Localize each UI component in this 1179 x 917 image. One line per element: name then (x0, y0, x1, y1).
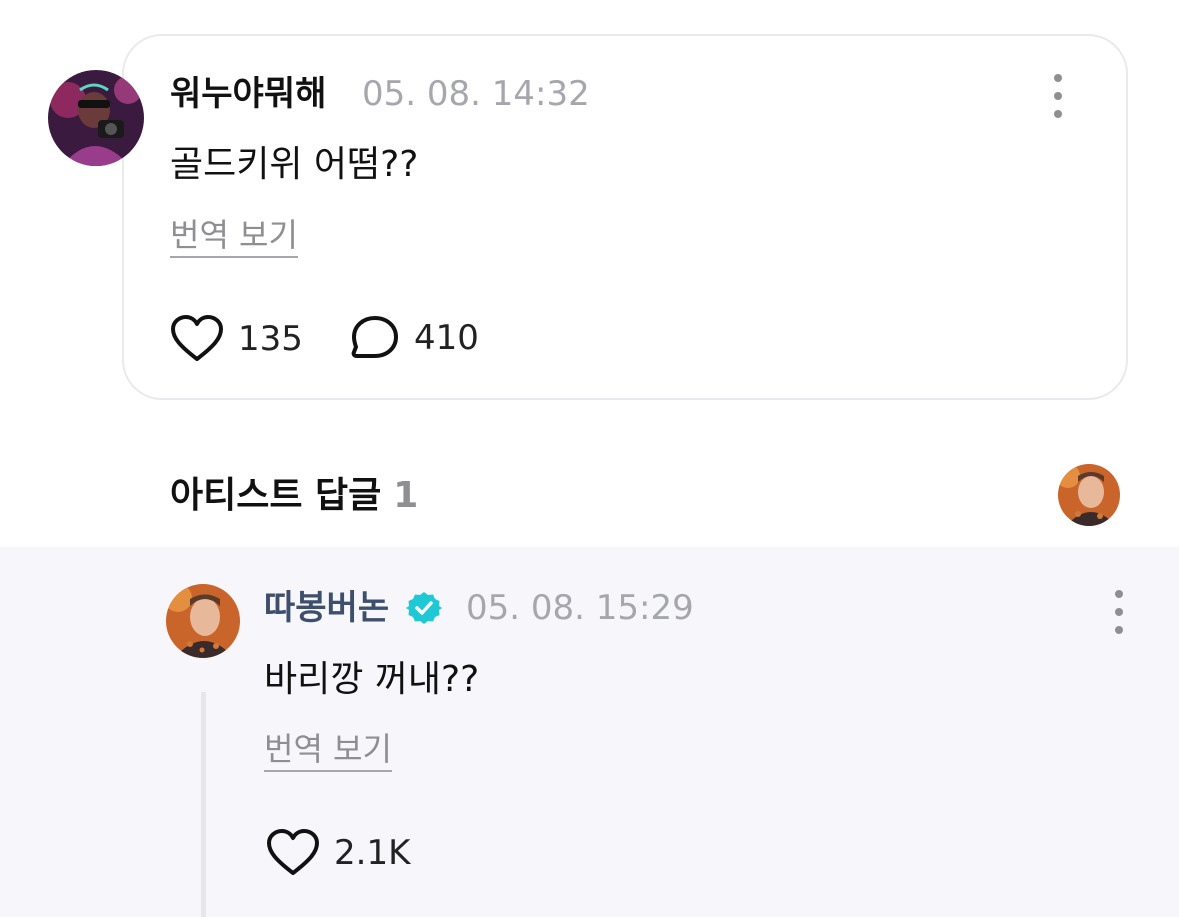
heart-icon (171, 315, 223, 361)
reply-author-name[interactable]: 따봉버논 (264, 588, 389, 628)
reply-more-icon[interactable] (1104, 590, 1134, 634)
reply-author-avatar[interactable] (166, 584, 240, 658)
artist-replies-count: 1 (393, 475, 419, 516)
reply-translate-link[interactable]: 번역 보기 (264, 730, 392, 772)
post-text: 골드키위 어떰?? (170, 144, 419, 185)
post-like-count: 135 (238, 319, 303, 359)
reply-timestamp: 05. 08. 15:29 (466, 588, 694, 628)
post-timestamp: 05. 08. 14:32 (362, 74, 590, 114)
speech-bubble-icon (351, 316, 398, 358)
post-translate-link[interactable]: 번역 보기 (170, 216, 298, 258)
thread-line (201, 692, 206, 917)
reply-like-button[interactable]: 2.1K (266, 828, 410, 878)
artist-replies-header: 아티스트 답글 1 (170, 474, 418, 518)
heart-icon (267, 829, 319, 875)
reply-text: 바리깡 꺼내?? (264, 659, 480, 700)
post-author-avatar[interactable] (48, 70, 144, 166)
artist-avatar-small[interactable] (1058, 464, 1120, 526)
post-author-name[interactable]: 워누야뭐해 (170, 74, 326, 114)
post-more-icon[interactable] (1043, 74, 1073, 118)
post-comment-button[interactable]: 410 (350, 314, 479, 362)
verified-badge-icon (406, 592, 442, 624)
reply-like-count: 2.1K (334, 833, 411, 873)
community-post-page: 워누야뭐해 05. 08. 14:32 골드키위 어떰?? 번역 보기 135 … (0, 0, 1179, 917)
artist-replies-title: 아티스트 답글 (170, 475, 382, 516)
post-like-button[interactable]: 135 (170, 314, 303, 364)
post-comment-count: 410 (414, 318, 479, 358)
